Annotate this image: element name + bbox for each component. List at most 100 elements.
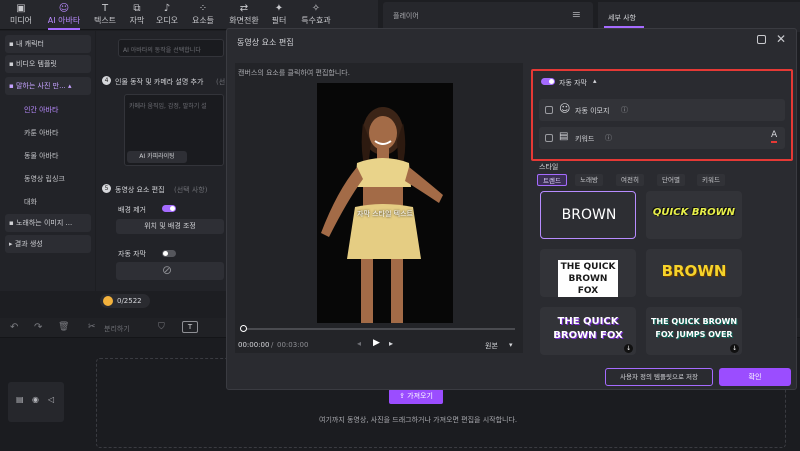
tab-details[interactable]: 세부 사항 — [604, 6, 644, 28]
sidebar-item-video-template[interactable]: ▪ 비디오 템플릿 — [5, 55, 91, 73]
style-section-label: 스타일 — [539, 163, 559, 171]
sidebar-item-animal-avatar[interactable]: 동물 아바타 — [24, 147, 58, 165]
step-4-label: 인물 동작 및 카메라 설명 추가 — [115, 78, 204, 86]
emotion-placeholder: AI 아바타의 동작을 선택합니다 — [123, 47, 201, 54]
none-icon: ⊘ — [162, 263, 173, 277]
chevron-up-icon[interactable]: ▴ — [593, 77, 597, 85]
auto-emoji-label: 자동 이모지 — [575, 107, 610, 115]
elements-icon: ⁘ — [198, 3, 208, 14]
style-preview-6[interactable]: THE QUICK BROWN FOX JUMPS OVER ↓ — [646, 307, 742, 355]
video-caption[interactable]: 자막 스타일 텍스트 — [317, 209, 453, 219]
style-tab-word[interactable]: 단어별 — [657, 174, 685, 186]
undo-icon[interactable]: ↶ — [10, 322, 18, 333]
import-button[interactable]: ⇪ 가져오기 — [389, 389, 443, 404]
prev-frame-icon[interactable]: ◂ — [357, 339, 361, 348]
position-background-button[interactable]: 위치 및 배경 조정 — [116, 219, 224, 234]
canvas-preview: 캔버스의 요소를 클릭하여 편집합니다. 자막 스타일 텍스트 00:00:00… — [235, 63, 523, 353]
tab-ai-avatar[interactable]: ☺ AI 아바타 — [42, 2, 86, 30]
save-template-button[interactable]: 사용자 정의 템플릿으로 저장 — [605, 368, 713, 386]
sidebar-item-cartoon-avatar[interactable]: 카툰 아바타 — [24, 124, 58, 142]
sidebar-item-generate-result[interactable]: ▸ 결과 생성 — [5, 235, 91, 253]
split-label[interactable]: 분리하기 — [104, 324, 130, 334]
next-frame-icon[interactable]: ▸ — [389, 339, 393, 348]
font-color-icon[interactable]: A — [771, 130, 778, 143]
delete-icon[interactable]: 🗑 — [58, 322, 69, 332]
bg-remove-toggle[interactable] — [162, 205, 176, 212]
copywriting-label: AI 카피라이팅 — [139, 153, 175, 160]
speaker-icon[interactable]: ◁ — [48, 395, 54, 404]
tab-label: 요소들 — [191, 16, 215, 25]
position-button-label: 위치 및 배경 조정 — [144, 222, 196, 230]
close-icon[interactable]: ✕ — [776, 32, 786, 46]
style-tab-keyword[interactable]: 키워드 — [697, 174, 725, 186]
menu-icon[interactable]: ≡ — [572, 8, 581, 21]
step-5-suffix: (선택 사항) — [174, 186, 208, 194]
auto-caption-toggle[interactable] — [162, 250, 176, 257]
sidebar-item-my-character[interactable]: ▪ 내 캐릭터 — [5, 35, 91, 53]
avatar-sidebar: ▪ 내 캐릭터 ▪ 비디오 템플릿 ▪ 말하는 사진 만... ▴ 인간 아바타… — [0, 31, 95, 291]
info-icon[interactable]: ⓘ — [605, 133, 612, 143]
track-header: ▤ ◉ ◁ — [8, 382, 64, 422]
style-tab-trend[interactable]: 트렌드 — [537, 174, 567, 186]
tab-text[interactable]: T 텍스트 — [88, 2, 122, 28]
play-icon[interactable]: ▶ — [373, 338, 380, 348]
sidebar-item-video-lipsync[interactable]: 동영상 립싱크 — [24, 170, 65, 188]
video-canvas[interactable]: 자막 스타일 텍스트 — [317, 83, 453, 323]
cut-icon[interactable]: ✂ — [88, 322, 96, 332]
info-icon[interactable]: ⓘ — [621, 105, 628, 115]
style-preview-5[interactable]: THE QUICK BROWN FOX ↓ — [540, 307, 636, 355]
tab-media[interactable]: ▣ 미디어 — [4, 2, 38, 28]
caption-style-none[interactable]: ⊘ — [116, 262, 224, 280]
sidebar-item-human-avatar[interactable]: 인간 아바타 — [24, 101, 58, 119]
keyword-icon: ▤ — [559, 131, 569, 142]
tab-transition[interactable]: ⇄ 화면전환 — [224, 2, 264, 28]
sidebar-item-singing-image[interactable]: ▪ 노래하는 이미지 ... — [5, 214, 91, 232]
aspect-ratio-select[interactable]: 원본 — [485, 341, 498, 351]
camera-description-input[interactable]: 카메라 움직임, 감정, 말하기 설 AI 카피라이팅 — [124, 94, 224, 166]
step-5-label: 동영상 요소 편집 — [115, 186, 165, 194]
tab-label: AI 아바타 — [47, 16, 81, 25]
style-preview-4[interactable]: BROWN — [646, 249, 742, 297]
sidebar-item-talking-photo[interactable]: ▪ 말하는 사진 만... ▴ — [5, 77, 91, 95]
style-preview-2[interactable]: QUICK BROWN — [646, 191, 742, 239]
keyword-option[interactable]: ▤ 키워드 ⓘ A — [539, 127, 785, 149]
tab-label: 화면전환 — [229, 16, 259, 25]
ai-copywriting-button[interactable]: AI 카피라이팅 — [127, 151, 187, 163]
tab-label: 텍스트 — [93, 16, 117, 25]
tab-label: 필터 — [271, 16, 287, 25]
track-video-icon[interactable]: ▤ — [16, 395, 24, 404]
import-icon: ⇪ — [399, 392, 408, 400]
chevron-down-icon[interactable]: ▾ — [509, 341, 513, 349]
sidebar-item-conversation[interactable]: 대화 — [24, 193, 37, 211]
auto-caption-dialog-toggle[interactable] — [541, 78, 555, 85]
style-preview-1[interactable]: BROWN — [540, 191, 636, 239]
redo-icon[interactable]: ↷ — [34, 322, 42, 333]
auto-emoji-option[interactable]: ☺ 자동 이모지 ⓘ — [539, 99, 785, 121]
maximize-icon[interactable] — [757, 35, 766, 44]
time-separator: / — [271, 341, 274, 349]
tab-filter[interactable]: ✦ 필터 — [262, 2, 296, 28]
camera-placeholder: 카메라 움직임, 감정, 말하기 설 — [129, 103, 207, 110]
download-icon[interactable]: ↓ — [730, 344, 739, 353]
style-tab-still[interactable]: 여전히 — [616, 174, 644, 186]
style-preview-3[interactable]: THE QUICK BROWN FOX — [540, 249, 636, 297]
style-tab-karaoke[interactable]: 노래방 — [575, 174, 603, 186]
emotion-select[interactable]: AI 아바타의 동작을 선택합니다 — [118, 39, 224, 57]
main-toolbar: ▣ 미디어 ☺ AI 아바타 T 텍스트 ⧉ 자막 ♪ 오디오 ⁘ 요소들 ⇄ … — [0, 0, 378, 30]
auto-emoji-checkbox[interactable] — [545, 106, 553, 114]
confirm-button[interactable]: 확인 — [719, 368, 791, 386]
download-icon[interactable]: ↓ — [624, 344, 633, 353]
shield-icon[interactable]: ⛉ — [158, 322, 165, 332]
tab-audio[interactable]: ♪ 오디오 — [150, 2, 184, 28]
eye-icon[interactable]: ◉ — [32, 395, 39, 404]
tab-label: 자막 — [129, 16, 145, 25]
progress-handle[interactable] — [240, 325, 247, 332]
progress-track[interactable] — [240, 325, 515, 332]
tab-elements[interactable]: ⁘ 요소들 — [186, 2, 220, 28]
keyword-checkbox[interactable] — [545, 134, 553, 142]
text-tool-icon[interactable]: T — [182, 321, 198, 333]
keyword-label: 키워드 — [575, 135, 595, 143]
tab-subtitle[interactable]: ⧉ 자막 — [120, 2, 154, 28]
transition-icon: ⇄ — [239, 3, 249, 14]
tab-effects[interactable]: ✧ 특수효과 — [296, 2, 336, 28]
